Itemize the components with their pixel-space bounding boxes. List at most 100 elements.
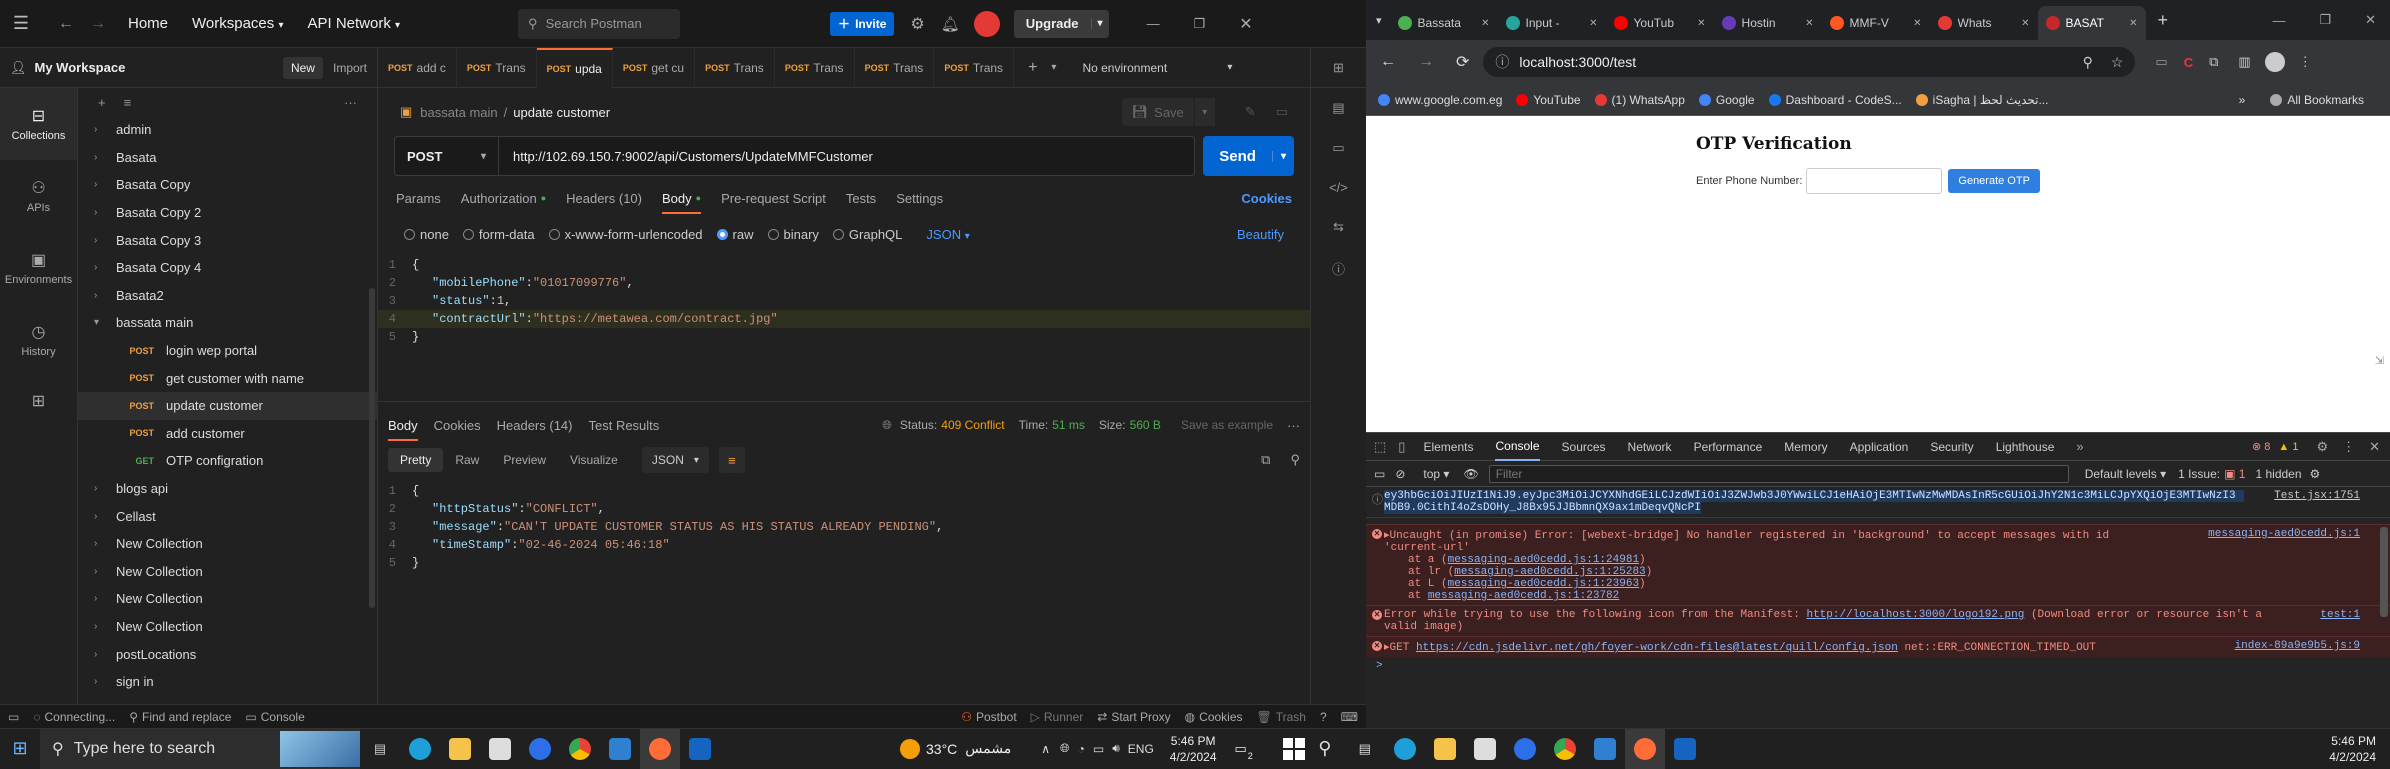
environment-select[interactable]: No environment ▾ xyxy=(1082,61,1232,75)
remote-app-icon[interactable] xyxy=(1665,729,1705,769)
sidebar-toggle-icon[interactable]: ▭ xyxy=(8,710,19,724)
close-devtools-icon[interactable]: ✕ xyxy=(2369,439,2380,455)
rail-item[interactable]: ◷ History xyxy=(0,304,77,376)
body-language-select[interactable]: JSON ▾ xyxy=(926,227,969,242)
new-tab-plus-icon[interactable]: + xyxy=(1028,59,1037,77)
nav-api-network[interactable]: API Network ▾ xyxy=(307,15,400,32)
request-item[interactable]: POST add customer xyxy=(78,420,377,448)
stack-location-link[interactable]: messaging-aed0cedd.js:1:25283 xyxy=(1454,566,1645,578)
close-tab-icon[interactable]: ✕ xyxy=(1481,18,1489,29)
request-subtab[interactable]: Settings xyxy=(896,191,943,206)
device-toolbar-icon[interactable]: ▯ xyxy=(1398,439,1405,455)
info-icon[interactable]: ⓘ xyxy=(1332,259,1345,278)
bookmark-item[interactable]: (1) WhatsApp xyxy=(1594,93,1685,107)
request-item[interactable]: POST get customer with name xyxy=(78,364,377,392)
console-button[interactable]: Console xyxy=(261,710,305,724)
chrome-icon[interactable] xyxy=(560,729,600,769)
error1-source-link[interactable]: messaging-aed0cedd.js:1 xyxy=(2208,528,2360,540)
rail-item[interactable]: ▣ Environments xyxy=(0,232,77,304)
side-panel-icon[interactable]: ▥ xyxy=(2238,54,2250,70)
response-tab[interactable]: Test Results xyxy=(588,418,659,433)
comments-icon[interactable]: ▭ xyxy=(1276,104,1288,120)
body-editor[interactable]: 1{2 "mobilePhone": "01017099776", 3 "status… xyxy=(378,252,1310,402)
weather-icon[interactable] xyxy=(900,738,920,759)
zoom-search-icon[interactable]: ⚲ xyxy=(2083,54,2093,71)
stack-location-link[interactable]: messaging-aed0cedd.js:1:23782 xyxy=(1428,590,1619,602)
forward-arrow-icon[interactable]: → xyxy=(88,15,108,33)
request-tab[interactable]: POST Trans xyxy=(775,47,855,88)
close-icon[interactable]: ✕ xyxy=(2365,12,2376,28)
cookies-button[interactable]: Cookies xyxy=(1199,710,1242,724)
console-settings-icon[interactable]: ⚙ xyxy=(2310,467,2321,481)
floating-widget-icon[interactable]: ⇲ xyxy=(2375,354,2384,367)
rail-item[interactable]: ⊞ xyxy=(0,376,77,426)
import-button[interactable]: Import xyxy=(333,61,367,75)
generate-otp-button[interactable]: Generate OTP xyxy=(1948,169,2040,193)
body-mode-option[interactable]: binary xyxy=(767,227,819,242)
start-proxy-button[interactable]: Start Proxy xyxy=(1111,710,1170,724)
invite-button[interactable]: ＋ Invite xyxy=(830,11,895,36)
tray-chevron-icon[interactable]: ∧ xyxy=(1041,742,1050,756)
request-subtab[interactable]: Params xyxy=(396,191,441,206)
more-tabs-icon[interactable]: » xyxy=(2076,439,2083,454)
collection-item[interactable]: › New Collection xyxy=(78,558,377,586)
console-prompt[interactable]: > xyxy=(1366,657,2390,675)
layout-icon[interactable]: ⊞ xyxy=(1333,60,1344,76)
nav-workspaces[interactable]: Workspaces ▾ xyxy=(192,15,283,32)
collection-item[interactable]: › Cellast xyxy=(78,502,377,530)
response-tab[interactable]: Cookies xyxy=(434,418,481,433)
devtools-tab[interactable]: Performance xyxy=(1694,433,1763,461)
request-tab[interactable]: POST Trans xyxy=(934,47,1015,88)
issues-label[interactable]: 1 Issue: xyxy=(2178,467,2220,481)
bookmark-item[interactable]: iSagha | تحديث لحظ... xyxy=(1915,93,2048,107)
browser-tab[interactable]: Bassata ✕ xyxy=(1390,6,1498,40)
extension-icon[interactable]: ▭ xyxy=(2155,54,2167,70)
mail-icon[interactable] xyxy=(480,729,520,769)
response-view-tab[interactable]: Pretty xyxy=(388,448,444,472)
bookmark-item[interactable]: Google xyxy=(1698,93,1755,107)
workspace-name[interactable]: My Workspace xyxy=(35,60,126,75)
response-view-tab[interactable]: Raw xyxy=(443,448,491,472)
request-title[interactable]: update customer xyxy=(513,105,610,120)
search-box[interactable]: ⚲ Search Postman xyxy=(518,8,681,39)
inspect-element-icon[interactable]: ⬚ xyxy=(1374,439,1386,455)
windows-start-icon[interactable] xyxy=(1282,737,1305,760)
live-expression-eye-icon[interactable]: 👁︎ xyxy=(1463,467,1478,481)
body-mode-option[interactable]: x-www-form-urlencoded xyxy=(548,227,703,242)
close-tab-icon[interactable]: ✕ xyxy=(2129,18,2137,29)
browser-tab[interactable]: Hostin ✕ xyxy=(1714,6,1822,40)
devtools-tab[interactable]: Security xyxy=(1930,433,1973,461)
close-tab-icon[interactable]: ✕ xyxy=(1913,18,1921,29)
collection-item[interactable]: › blogs api xyxy=(78,475,377,503)
sidebar-toggle-icon[interactable]: ▭ xyxy=(1374,467,1385,481)
scrollbar[interactable] xyxy=(369,288,375,608)
devtools-tab[interactable]: Elements xyxy=(1423,433,1473,461)
rail-item[interactable]: ⚇ APIs xyxy=(0,160,77,232)
collection-item[interactable]: › postLocations xyxy=(78,640,377,668)
notifications-icon[interactable]: ▭ 2 xyxy=(1235,741,1253,761)
context-select[interactable]: top ▾ xyxy=(1423,467,1449,481)
bookmark-item[interactable]: Dashboard - CodeS... xyxy=(1768,93,1902,107)
devtools-tab[interactable]: Application xyxy=(1850,433,1909,461)
request-item[interactable]: GET OTP configration xyxy=(78,447,377,475)
response-format-select[interactable]: JSON ▾ xyxy=(641,447,709,473)
extensions-puzzle-icon[interactable]: ⧉ xyxy=(2209,54,2218,70)
chevron-down-icon[interactable]: ▾ xyxy=(1051,62,1056,73)
response-tab[interactable]: Body xyxy=(388,418,418,441)
console-error-webext[interactable]: ✕ ▸Uncaught (in promise) Error: [webext-… xyxy=(1366,524,2390,605)
request-item[interactable]: POST update customer xyxy=(78,391,377,420)
postman-taskbar-icon[interactable] xyxy=(1624,728,1665,769)
devtools-tab[interactable]: Sources xyxy=(1562,433,1606,461)
comments-icon[interactable]: ▭ xyxy=(1332,140,1344,156)
language-indicator[interactable]: ENG xyxy=(1128,742,1154,756)
tab-search-icon[interactable]: ▾ xyxy=(1376,14,1382,27)
collection-item[interactable]: › New Collection xyxy=(78,585,377,613)
chevron-down-icon[interactable]: ▾ xyxy=(1194,98,1215,126)
blue-app-icon[interactable] xyxy=(520,729,560,769)
browser-tab[interactable]: MMF-V ✕ xyxy=(1822,6,1930,40)
body-mode-option[interactable]: none xyxy=(404,227,449,242)
issues-badge[interactable]: ▣ 1 xyxy=(2224,467,2245,481)
console-error-manifest[interactable]: ✕ Error while trying to use the followin… xyxy=(1366,605,2390,636)
body-mode-option[interactable]: GraphQL xyxy=(832,227,902,242)
minimize-icon[interactable]: — xyxy=(1147,16,1160,31)
